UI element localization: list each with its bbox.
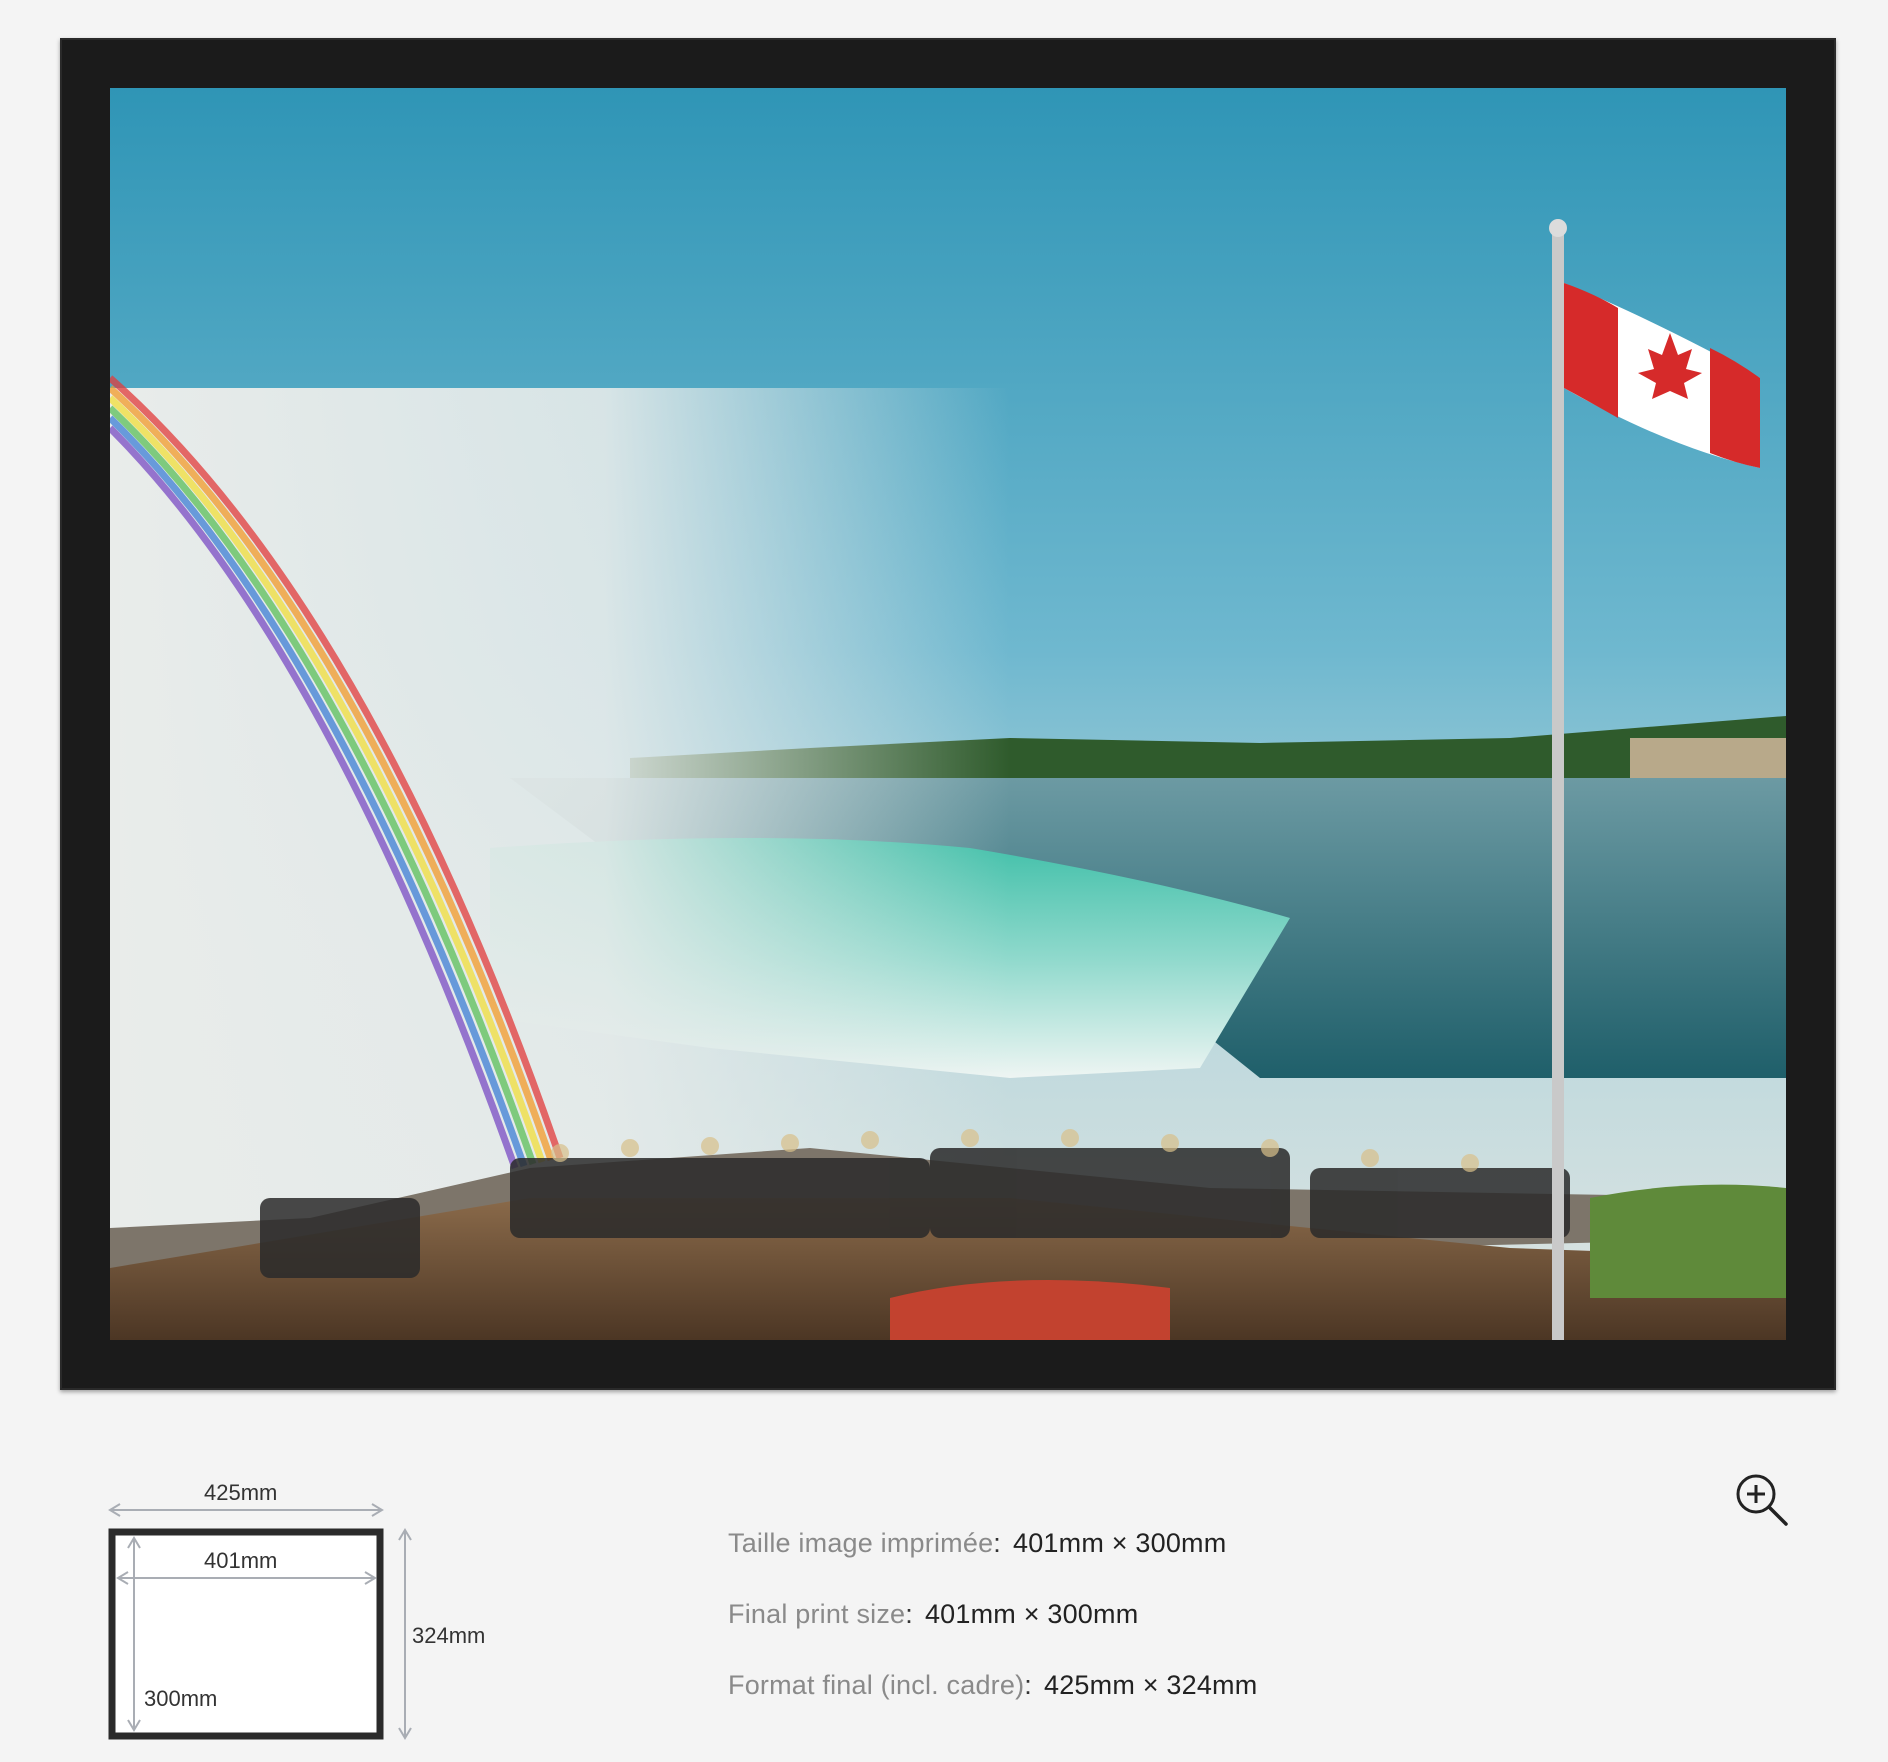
info-row-final-print-size: Final print size: 401mm × 300mm [728,1601,1257,1628]
outer-height-label: 324mm [412,1623,486,1648]
artwork-frame [60,38,1836,1390]
info-value: 401mm × 300mm [1013,1528,1227,1558]
zoom-in-icon [1736,1474,1788,1526]
photo-niagara-falls [110,88,1786,1340]
info-separator: : [905,1599,913,1629]
inner-width-label: 401mm [204,1548,278,1573]
info-row-printed-size: Taille image imprimée: 401mm × 300mm [728,1530,1257,1557]
info-label: Final print size [728,1599,906,1629]
zoom-in-button[interactable] [1734,1472,1790,1528]
info-value: 401mm × 300mm [924,1599,1139,1629]
info-separator: : [993,1528,1001,1558]
outer-width-label: 425mm [204,1480,278,1505]
size-diagram: 425mm 401mm 324mm 300mm [100,1470,520,1750]
info-value: 425mm × 324mm [1043,1670,1258,1700]
inner-height-label: 300mm [144,1686,218,1711]
size-info: Taille image imprimée: 401mm × 300mm Fina… [728,1530,1257,1743]
info-row-final-format: Format final (incl. cadre): 425mm × 324mm [728,1672,1257,1699]
info-label: Taille image imprimée [728,1528,994,1558]
artwork-photo [110,88,1786,1340]
info-label: Format final (incl. cadre) [728,1670,1025,1700]
info-separator: : [1024,1670,1032,1700]
